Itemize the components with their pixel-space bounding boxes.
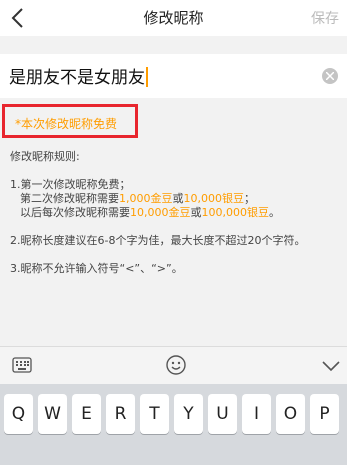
key-u[interactable]: U bbox=[208, 394, 237, 434]
silver-price: 100,000银豆 bbox=[201, 206, 270, 219]
free-notice-highlight: *本次修改昵称免费 bbox=[2, 104, 138, 138]
keyboard-icon[interactable] bbox=[12, 357, 32, 377]
keyboard-toolbar bbox=[0, 346, 347, 384]
silver-price: 10,000银豆 bbox=[183, 192, 245, 205]
key-p[interactable]: P bbox=[310, 394, 339, 434]
chevron-down-icon[interactable] bbox=[321, 358, 341, 377]
key-w[interactable]: W bbox=[38, 394, 67, 434]
nickname-field[interactable]: 是朋友不是女朋友 bbox=[0, 54, 347, 98]
key-y[interactable]: Y bbox=[174, 394, 203, 434]
key-i[interactable]: I bbox=[242, 394, 271, 434]
nav-bar: 修改昵称 保存 bbox=[0, 0, 347, 36]
text-caret bbox=[146, 67, 148, 87]
rule-1-line-3: 以后每次修改昵称需要10,000金豆或100,000银豆。 bbox=[20, 206, 280, 219]
rule-1-line-2: 第二次修改昵称需要1,000金豆或10,000银豆； bbox=[20, 192, 255, 205]
clear-button[interactable] bbox=[322, 68, 338, 84]
gold-price: 10,000金豆 bbox=[130, 206, 191, 219]
rule-1-line-1: 1.第一次修改昵称免费； bbox=[10, 178, 131, 191]
key-t[interactable]: T bbox=[140, 394, 169, 434]
key-o[interactable]: O bbox=[276, 394, 305, 434]
nickname-input[interactable]: 是朋友不是女朋友 bbox=[9, 63, 148, 88]
rules-section: 修改昵称规则: 1.第一次修改昵称免费； 第二次修改昵称需要1,000金豆或10… bbox=[10, 150, 340, 276]
page-title: 修改昵称 bbox=[143, 9, 204, 27]
emoji-icon[interactable] bbox=[165, 354, 187, 380]
gold-price: 1,000金豆 bbox=[119, 192, 173, 205]
keyboard: Q W E R T Y U I O P bbox=[0, 384, 347, 465]
key-r[interactable]: R bbox=[106, 394, 135, 434]
key-q[interactable]: Q bbox=[4, 394, 33, 434]
save-button[interactable]: 保存 bbox=[311, 8, 339, 28]
rules-heading: 修改昵称规则: bbox=[10, 150, 80, 163]
rule-3: 3.昵称不允许输入符号“<”、“>”。 bbox=[10, 262, 183, 275]
clear-icon bbox=[326, 72, 334, 80]
nickname-value: 是朋友不是女朋友 bbox=[9, 68, 145, 88]
free-notice: *本次修改昵称免费 bbox=[15, 117, 118, 131]
key-e[interactable]: E bbox=[72, 394, 101, 434]
rule-2: 2.昵称长度建议在6-8个字为佳，最大长度不超过20个字符。 bbox=[10, 234, 306, 247]
